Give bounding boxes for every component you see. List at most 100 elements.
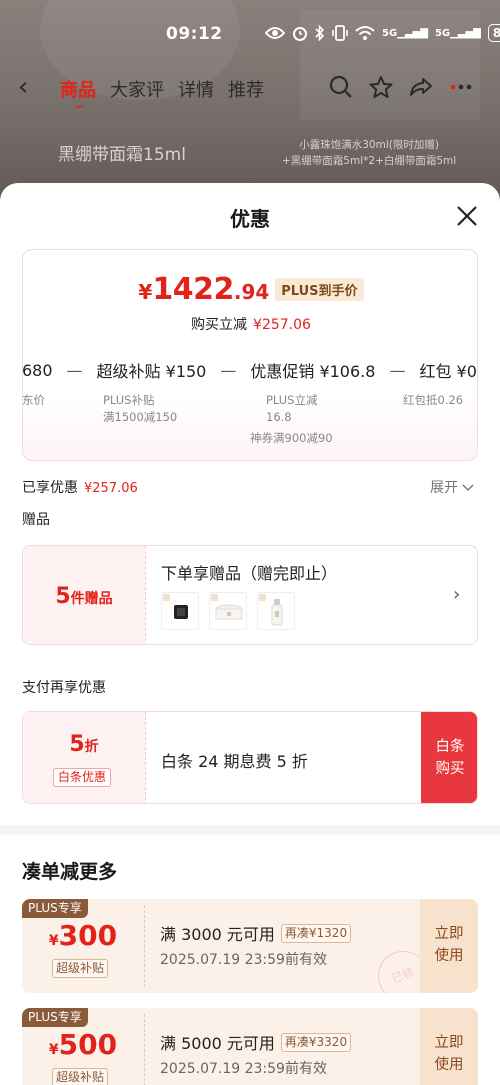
instant-discount: 购买立减 ¥257.06 xyxy=(23,314,477,334)
gift-thumbnail xyxy=(257,592,295,630)
breakdown-sub: PLUS立减 16.8 xyxy=(266,392,318,426)
use-coupon-button[interactable]: 立即 使用 xyxy=(420,1008,478,1085)
coupon-condition-text: 满 5000 元可用 xyxy=(160,1034,275,1053)
chevron-down-icon xyxy=(462,484,474,492)
eye-icon xyxy=(265,27,285,39)
use-coupon-button[interactable]: 立即 使用 xyxy=(420,899,478,993)
sheet-title: 优惠 xyxy=(230,207,270,231)
breakdown-sub: 红包抵0.26 xyxy=(403,393,464,407)
discount-number: 5 xyxy=(69,732,85,757)
dashed-divider xyxy=(144,905,145,987)
breakdown-operator: — xyxy=(389,360,406,380)
status-time: 09:12 xyxy=(166,24,223,44)
coupon-card: PLUS专享 ¥300 超级补贴 满 3000 元可用 再凑¥1320 2025… xyxy=(22,899,478,993)
gift-thumbnails xyxy=(161,592,295,630)
instant-value: ¥257.06 xyxy=(253,317,311,333)
tab-recommend[interactable]: 推荐 xyxy=(228,76,264,102)
gift-card[interactable]: 5 件赠品 下单享赠品（赠完即止） › xyxy=(22,545,478,645)
coupon-expiry: 2025.07.19 23:59前有效 xyxy=(160,952,327,968)
coupon-amount: ¥500 xyxy=(22,1028,144,1061)
price-integer: 1422 xyxy=(152,272,234,307)
breakdown-sub: 神券满900减90 xyxy=(250,431,333,445)
instant-label: 购买立减 xyxy=(191,317,248,333)
button-line: 使用 xyxy=(434,948,464,964)
background-product-name: 黑绷带面霜15ml xyxy=(58,145,186,165)
breakdown-item: 超级补贴 ¥150 xyxy=(96,362,207,381)
baitiao-buy-button[interactable]: 白条 购买 xyxy=(421,712,477,803)
tab-reviews[interactable]: 大家评 xyxy=(110,76,164,102)
expand-label: 展开 xyxy=(430,480,458,496)
gift-thumbnail xyxy=(209,592,247,630)
price-summary-card: ¥1422.94 PLUS到手价 购买立减 ¥257.06 680 — 超级补贴 … xyxy=(22,249,478,461)
wifi-icon xyxy=(355,26,375,40)
pay-section-label: 支付再享优惠 xyxy=(22,680,106,696)
breakdown-sub: PLUS补贴 满1500减150 xyxy=(103,392,177,426)
coupon-condition: 满 5000 元可用 再凑¥3320 xyxy=(160,1030,352,1054)
tab-product[interactable]: 商品 xyxy=(60,76,96,108)
dashed-divider xyxy=(144,1014,145,1085)
breakdown-sub-line: 满1500减150 xyxy=(103,410,178,424)
back-arrow-icon[interactable]: ‹ xyxy=(18,72,28,102)
product-nav-bar: ‹ 商品 大家评 详情 推荐 xyxy=(0,66,500,110)
gift-section-label: 赠品 xyxy=(22,512,50,528)
close-icon[interactable] xyxy=(454,203,480,229)
background-promo-line: +黑绷带面霜5ml*2+白绷带面霜5ml xyxy=(282,155,457,167)
gift-count-number: 5 xyxy=(55,583,71,609)
star-icon[interactable] xyxy=(368,74,394,100)
price-breakdown: 680 — 超级补贴 ¥150 — 优惠促销 ¥106.8 — 红包 ¥0.26 xyxy=(22,358,477,382)
search-icon[interactable] xyxy=(328,74,354,100)
breakdown-sub: 东价 xyxy=(22,393,45,407)
coupon-type-tag: 超级补贴 xyxy=(52,959,109,978)
baitiao-discount-value: 5折 xyxy=(23,732,145,757)
gift-title: 下单享赠品（赠完即止） xyxy=(161,564,338,583)
share-icon[interactable] xyxy=(408,74,434,100)
nav-tabs: 商品 大家评 详情 推荐 xyxy=(60,76,264,108)
button-line: 购买 xyxy=(435,761,465,777)
coupon-condition-text: 满 3000 元可用 xyxy=(160,925,275,944)
coupon-need-tag: 再凑¥1320 xyxy=(280,923,352,943)
breakdown-sub-line: PLUS补贴 xyxy=(103,393,155,407)
section-separator xyxy=(0,825,500,835)
enjoyed-label: 已享优惠 xyxy=(22,480,78,496)
breakdown-operator: — xyxy=(66,360,83,380)
gift-count-label: 件赠品 xyxy=(70,591,113,607)
coupon-currency: ¥ xyxy=(48,933,59,949)
tab-details[interactable]: 详情 xyxy=(178,76,214,102)
alarm-icon xyxy=(293,27,307,41)
breakdown-item: 680 xyxy=(22,360,53,380)
coupon-condition: 满 3000 元可用 再凑¥1320 xyxy=(160,921,352,945)
breakdown-sub-line: 16.8 xyxy=(266,410,292,424)
coupon-card: PLUS专享 ¥500 超级补贴 满 5000 元可用 再凑¥3320 2025… xyxy=(22,1008,478,1085)
bluetooth-icon xyxy=(315,25,325,41)
breakdown-sub-line: PLUS立减 xyxy=(266,393,318,407)
baitiao-text: 白条 24 期息费 5 折 xyxy=(161,752,308,771)
coupon-currency: ¥ xyxy=(48,1042,59,1058)
final-price-row: ¥1422.94 PLUS到手价 xyxy=(23,272,477,307)
expand-toggle[interactable]: 展开 xyxy=(430,477,474,497)
status-bar: 09:12 5G▁▃▅▇ 5G▁▃▅▇ 89 xyxy=(0,0,500,62)
gift-count: 5 件赠品 xyxy=(23,546,145,644)
nav-actions xyxy=(328,74,474,100)
coupon-expiry: 2025.07.19 23:59前有效 xyxy=(160,1061,327,1077)
plus-exclusive-tag: PLUS专享 xyxy=(22,899,88,918)
network-label: 5G xyxy=(382,27,398,39)
breakdown-item: 优惠促销 ¥106.8 xyxy=(250,362,376,381)
network-label: 5G xyxy=(434,27,451,39)
signal-5g-icon: 5G▁▃▅▇ xyxy=(382,27,428,39)
button-line: 白条 xyxy=(435,739,465,755)
final-price: ¥1422.94 xyxy=(138,272,269,307)
battery-indicator: 89 xyxy=(487,24,500,42)
discount-unit: 折 xyxy=(84,739,99,755)
discount-sheet: 优惠 ¥1422.94 PLUS到手价 购买立减 ¥257.06 680 — 超级… xyxy=(0,183,500,1085)
dashed-divider xyxy=(145,712,146,803)
enjoyed-value: ¥257.06 xyxy=(84,481,138,496)
baitiao-discount: 5折 白条优惠 xyxy=(23,712,145,803)
button-line: 立即 xyxy=(434,926,464,942)
more-icon[interactable] xyxy=(448,74,474,100)
chevron-right-icon: › xyxy=(453,584,461,605)
coupon-need-tag: 再凑¥3320 xyxy=(280,1032,352,1052)
more-section-title: 凑单减更多 xyxy=(22,861,118,883)
breakdown-item: 红包 ¥0.26 xyxy=(419,362,477,381)
button-line: 立即 xyxy=(434,1035,464,1051)
coupon-value: 300 xyxy=(58,919,118,952)
